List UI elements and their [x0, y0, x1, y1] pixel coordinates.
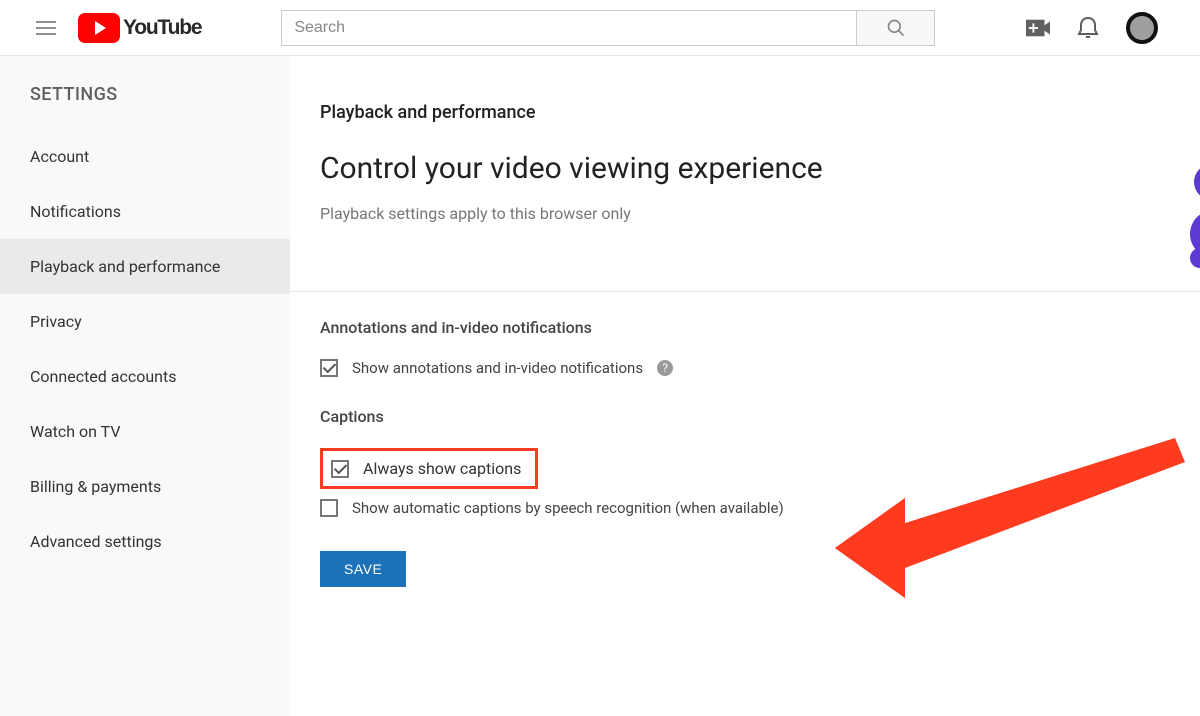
sidebar-item-privacy[interactable]: Privacy — [0, 294, 290, 349]
sidebar-item-label: Advanced settings — [30, 532, 162, 551]
page-title: Control your video viewing experience — [320, 151, 1170, 186]
highlight-annotation-box: Always show captions — [320, 448, 538, 489]
page-body: SETTINGS Account Notifications Playback … — [0, 56, 1200, 716]
auto-captions-checkbox[interactable] — [320, 499, 338, 517]
youtube-logo[interactable]: YouTube — [78, 13, 201, 43]
sidebar-item-playback[interactable]: Playback and performance — [0, 239, 290, 294]
sidebar-item-watch-on-tv[interactable]: Watch on TV — [0, 404, 290, 459]
always-show-captions-checkbox[interactable] — [331, 460, 349, 478]
hamburger-menu-icon[interactable] — [36, 16, 60, 40]
page-subtitle: Playback settings apply to this browser … — [320, 204, 1170, 223]
sidebar-item-label: Playback and performance — [30, 257, 220, 276]
page-section-title: Playback and performance — [320, 102, 1170, 123]
always-show-captions-label: Always show captions — [363, 459, 521, 478]
sidebar-item-label: Account — [30, 147, 89, 166]
auto-captions-label: Show automatic captions by speech recogn… — [352, 499, 784, 517]
create-video-icon[interactable] — [1026, 16, 1050, 40]
header-actions — [1026, 12, 1158, 44]
search-icon — [886, 18, 906, 38]
main-content: Playback and performance Control your vi… — [290, 56, 1200, 716]
sidebar-title: SETTINGS — [0, 84, 290, 129]
sidebar-item-label: Watch on TV — [30, 422, 121, 441]
sidebar-item-label: Billing & payments — [30, 477, 161, 496]
sidebar-item-notifications[interactable]: Notifications — [0, 184, 290, 239]
settings-sidebar: SETTINGS Account Notifications Playback … — [0, 56, 290, 716]
sidebar-item-advanced[interactable]: Advanced settings — [0, 514, 290, 569]
annotations-section-label: Annotations and in-video notifications — [320, 318, 1170, 337]
sidebar-item-label: Connected accounts — [30, 367, 177, 386]
auto-captions-row: Show automatic captions by speech recogn… — [320, 499, 1170, 517]
save-button[interactable]: SAVE — [320, 551, 406, 587]
app-header: YouTube — [0, 0, 1200, 56]
sidebar-item-billing[interactable]: Billing & payments — [0, 459, 290, 514]
show-annotations-label: Show annotations and in-video notificati… — [352, 359, 643, 377]
sidebar-item-connected-accounts[interactable]: Connected accounts — [0, 349, 290, 404]
youtube-logo-text: YouTube — [123, 16, 201, 40]
captions-section-label: Captions — [320, 407, 1170, 426]
youtube-play-icon — [78, 13, 120, 43]
account-avatar[interactable] — [1126, 12, 1158, 44]
annotations-checkbox-row: Show annotations and in-video notificati… — [320, 359, 1170, 377]
help-icon[interactable]: ? — [657, 360, 673, 376]
show-annotations-checkbox[interactable] — [320, 359, 338, 377]
sidebar-item-account[interactable]: Account — [0, 129, 290, 184]
search-bar — [281, 10, 935, 46]
search-button[interactable] — [857, 10, 935, 46]
notifications-bell-icon[interactable] — [1076, 16, 1100, 40]
sidebar-item-label: Privacy — [30, 312, 82, 331]
search-input[interactable] — [281, 10, 857, 46]
sidebar-item-label: Notifications — [30, 202, 121, 221]
decorative-blob-icon — [1178, 164, 1200, 274]
